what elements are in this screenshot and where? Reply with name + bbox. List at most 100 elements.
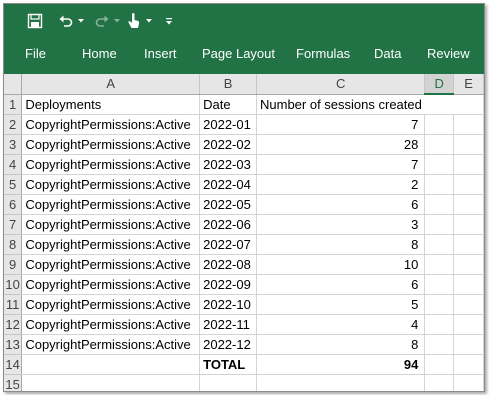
cell-sessions[interactable] (256, 374, 426, 391)
cell-sessions[interactable]: 7 (256, 154, 426, 175)
cell-sessions[interactable]: Number of sessions created (256, 94, 425, 115)
cell-deployment[interactable]: CopyrightPermissions:Active (21, 154, 201, 175)
cell-sessions[interactable]: 94 (256, 354, 426, 375)
cell-deployment[interactable]: Deployments (21, 94, 201, 115)
save-icon[interactable] (24, 10, 46, 32)
cell-e[interactable] (453, 134, 484, 155)
tab-data[interactable]: Data (374, 46, 401, 61)
select-all-corner[interactable] (4, 74, 23, 95)
cell-d[interactable] (424, 194, 455, 215)
cell-date[interactable]: 2022-06 (199, 214, 257, 235)
tab-insert[interactable]: Insert (144, 46, 177, 61)
row-header[interactable]: 8 (4, 234, 23, 255)
cell-sessions[interactable]: 7 (256, 114, 426, 135)
tab-home[interactable]: Home (82, 46, 117, 61)
cell-e[interactable] (453, 354, 484, 375)
cell-deployment[interactable]: CopyrightPermissions:Active (21, 314, 201, 335)
touch-mode-icon[interactable] (124, 10, 144, 32)
cell-date[interactable]: 2022-12 (199, 334, 257, 355)
row-header[interactable]: 3 (4, 134, 23, 155)
cell-d[interactable] (424, 154, 455, 175)
cell-deployment[interactable]: CopyrightPermissions:Active (21, 214, 201, 235)
cell-deployment[interactable] (21, 374, 201, 391)
column-header-d[interactable]: D (424, 74, 455, 95)
column-header-a[interactable]: A (21, 74, 201, 95)
cell-date[interactable]: 2022-02 (199, 134, 257, 155)
cell-date[interactable]: 2022-09 (199, 274, 257, 295)
row-header[interactable]: 9 (4, 254, 23, 275)
cell-date[interactable]: 2022-05 (199, 194, 257, 215)
cell-sessions[interactable]: 8 (256, 234, 426, 255)
cell-deployment[interactable]: CopyrightPermissions:Active (21, 254, 201, 275)
touch-mode-dropdown-icon[interactable] (144, 10, 154, 32)
cell-e[interactable] (453, 254, 484, 275)
cell-e[interactable] (453, 194, 484, 215)
cell-d[interactable] (424, 214, 455, 235)
row-header[interactable]: 1 (4, 94, 23, 115)
cell-d[interactable] (424, 374, 455, 391)
cell-e[interactable] (453, 374, 484, 391)
cell-d[interactable] (424, 94, 454, 115)
row-header[interactable]: 11 (4, 294, 23, 315)
cell-deployment[interactable]: CopyrightPermissions:Active (21, 234, 201, 255)
cell-d[interactable] (424, 174, 455, 195)
cell-deployment[interactable]: CopyrightPermissions:Active (21, 174, 201, 195)
cell-d[interactable] (424, 234, 455, 255)
cell-e[interactable] (453, 274, 484, 295)
cell-e[interactable] (453, 334, 484, 355)
cell-d[interactable] (424, 274, 455, 295)
cell-deployment[interactable]: CopyrightPermissions:Active (21, 114, 201, 135)
row-header[interactable]: 12 (4, 314, 23, 335)
cell-date[interactable]: 2022-01 (199, 114, 257, 135)
cell-deployment[interactable]: CopyrightPermissions:Active (21, 294, 201, 315)
tab-review[interactable]: Review (427, 46, 470, 61)
cell-sessions[interactable]: 5 (256, 294, 426, 315)
row-header[interactable]: 10 (4, 274, 23, 295)
cell-d[interactable] (424, 134, 455, 155)
cell-sessions[interactable]: 28 (256, 134, 426, 155)
cell-e[interactable] (453, 114, 484, 135)
cell-deployment[interactable]: CopyrightPermissions:Active (21, 134, 201, 155)
cell-date[interactable] (199, 374, 257, 391)
cell-sessions[interactable]: 4 (256, 314, 426, 335)
tab-page-layout[interactable]: Page Layout (202, 46, 275, 61)
undo-icon[interactable] (56, 10, 76, 32)
cell-sessions[interactable]: 3 (256, 214, 426, 235)
row-header[interactable]: 5 (4, 174, 23, 195)
tab-formulas[interactable]: Formulas (296, 46, 350, 61)
cell-sessions[interactable]: 8 (256, 334, 426, 355)
cell-deployment[interactable]: CopyrightPermissions:Active (21, 194, 201, 215)
cell-d[interactable] (424, 354, 455, 375)
cell-date[interactable]: 2022-04 (199, 174, 257, 195)
cell-date[interactable]: TOTAL (199, 354, 257, 375)
cell-date[interactable]: 2022-10 (199, 294, 257, 315)
cell-e[interactable] (453, 294, 484, 315)
cell-date[interactable]: 2022-07 (199, 234, 257, 255)
row-header[interactable]: 15 (4, 374, 23, 391)
cell-sessions[interactable]: 6 (256, 194, 426, 215)
cell-deployment[interactable]: CopyrightPermissions:Active (21, 334, 201, 355)
redo-dropdown-icon[interactable] (112, 10, 122, 32)
cell-date[interactable]: 2022-03 (199, 154, 257, 175)
cell-d[interactable] (424, 334, 455, 355)
column-header-e[interactable]: E (453, 74, 484, 95)
cell-d[interactable] (424, 254, 455, 275)
column-header-c[interactable]: C (256, 74, 426, 95)
row-header[interactable]: 13 (4, 334, 23, 355)
customize-qat-icon[interactable] (162, 10, 176, 32)
row-header[interactable]: 14 (4, 354, 23, 375)
cell-date[interactable]: 2022-08 (199, 254, 257, 275)
cell-e[interactable] (453, 214, 484, 235)
cell-sessions[interactable]: 6 (256, 274, 426, 295)
row-header[interactable]: 6 (4, 194, 23, 215)
row-header[interactable]: 2 (4, 114, 23, 135)
cell-deployment[interactable]: CopyrightPermissions:Active (21, 274, 201, 295)
tab-file[interactable]: File (25, 46, 46, 61)
redo-icon[interactable] (92, 10, 112, 32)
cell-e[interactable] (453, 314, 484, 335)
cell-date[interactable]: Date (199, 94, 257, 115)
cell-e[interactable] (453, 174, 484, 195)
cell-d[interactable] (424, 314, 455, 335)
cell-date[interactable]: 2022-11 (199, 314, 257, 335)
cell-d[interactable] (424, 114, 455, 135)
